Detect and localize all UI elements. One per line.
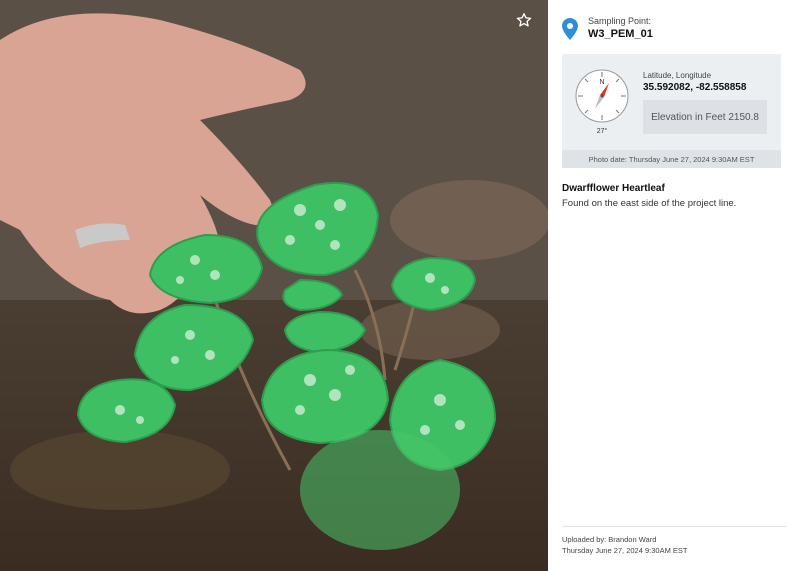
upload-date: Thursday June 27, 2024 9:30AM EST xyxy=(562,546,688,555)
photo-date: Photo date: Thursday June 27, 2024 9:30A… xyxy=(562,150,781,168)
sampling-point-label: Sampling Point: xyxy=(588,16,652,26)
geo-info-card: N 27° Latitude, Longitude 35.592082, -82… xyxy=(562,54,781,168)
observation-note: Found on the east side of the project li… xyxy=(562,198,737,209)
sampling-point-header: Sampling Point: W3_PEM_01 xyxy=(562,16,653,41)
location-pin-icon xyxy=(562,18,578,40)
latlon-value: 35.592082, -82.558858 xyxy=(643,82,747,93)
uploaded-by: Uploaded by: Brandon Ward xyxy=(562,535,657,544)
heading-degrees: 27° xyxy=(596,128,608,135)
star-icon xyxy=(516,13,532,27)
latlon-label: Latitude, Longitude xyxy=(643,71,712,80)
plant-photo-illustration xyxy=(0,0,548,571)
observation-photo xyxy=(0,0,548,571)
details-panel: Sampling Point: W3_PEM_01 N 27° Latitude… xyxy=(548,0,800,571)
species-name: Dwarfflower Heartleaf xyxy=(562,183,665,194)
favorite-button[interactable] xyxy=(516,12,536,32)
svg-text:N: N xyxy=(599,79,604,86)
sampling-point-value: W3_PEM_01 xyxy=(588,28,653,40)
compass-icon: N xyxy=(575,69,629,123)
elevation-box: Elevation in Feet 2150.8 xyxy=(643,100,767,134)
divider xyxy=(562,526,786,527)
